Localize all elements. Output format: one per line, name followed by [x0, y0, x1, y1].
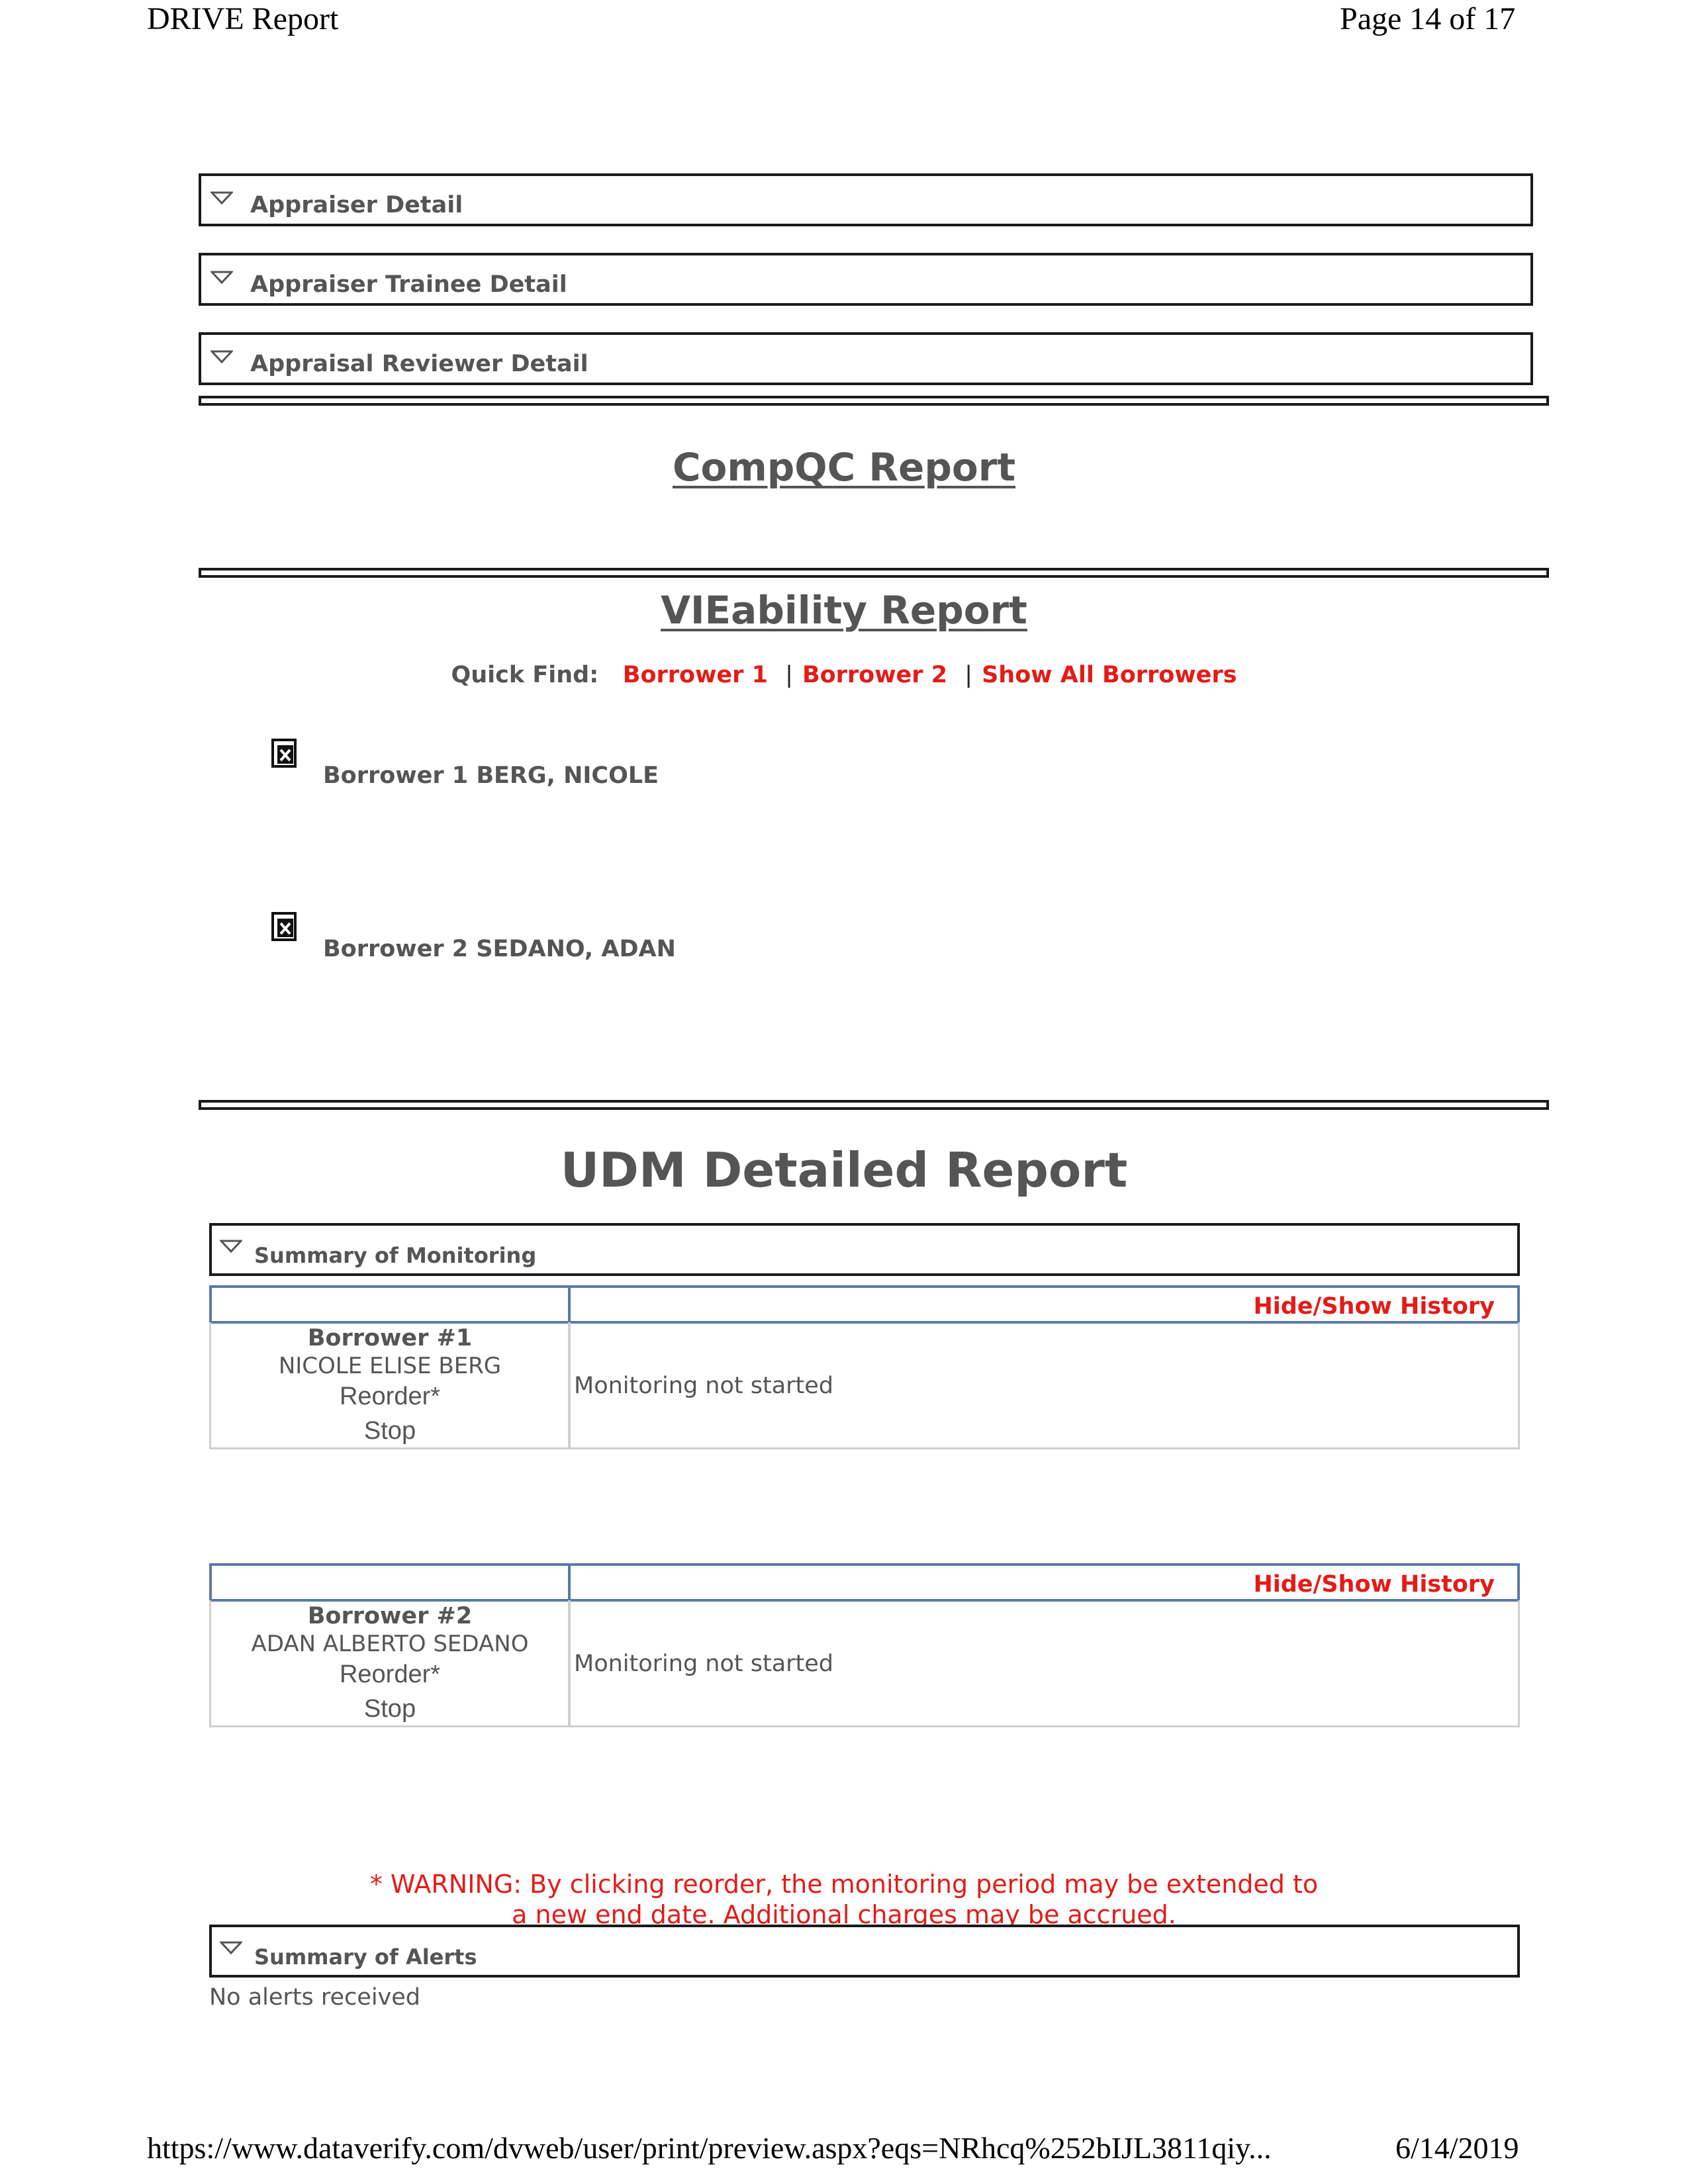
- summary-of-monitoring-header[interactable]: Summary of Monitoring: [209, 1223, 1520, 1276]
- section-divider: [199, 1100, 1549, 1110]
- table-header-cell: [209, 1563, 571, 1602]
- borrower-number: Borrower #2: [307, 1603, 473, 1629]
- section-divider: [199, 396, 1549, 406]
- quick-find-borrower-1-link[interactable]: Borrower 1: [623, 662, 768, 688]
- monitoring-table-borrower-1: Hide/Show History Borrower #1 NICOLE ELI…: [209, 1285, 1520, 1451]
- table-header-row: Hide/Show History: [209, 1285, 1520, 1324]
- table-header-cell: Hide/Show History: [568, 1563, 1520, 1602]
- borrower-name: NICOLE ELISE BERG: [278, 1353, 502, 1379]
- page-footer-date: 6/14/2019: [1395, 2131, 1519, 2165]
- compqc-report-title[interactable]: CompQC Report: [0, 445, 1688, 490]
- status-cell: Monitoring not started: [568, 1322, 1520, 1449]
- status-cell: Monitoring not started: [568, 1600, 1520, 1727]
- table-row: Borrower #1 NICOLE ELISE BERG Reorder* S…: [209, 1322, 1520, 1449]
- table-header-cell: [209, 1285, 571, 1324]
- quick-find-borrower-2-link[interactable]: Borrower 2: [802, 662, 947, 688]
- reorder-link[interactable]: Reorder*: [211, 1379, 569, 1414]
- summary-of-alerts-header[interactable]: Summary of Alerts: [209, 1925, 1520, 1978]
- quick-find-label: Quick Find:: [451, 662, 599, 688]
- section-appraiser-detail[interactable]: Appraiser Detail: [199, 173, 1533, 226]
- vieability-report-title[interactable]: VIEability Report: [0, 588, 1688, 633]
- page-header-title: DRIVE Report: [147, 1, 339, 36]
- reorder-link[interactable]: Reorder*: [211, 1657, 569, 1692]
- table-header-row: Hide/Show History: [209, 1563, 1520, 1602]
- stop-link[interactable]: Stop: [211, 1692, 569, 1726]
- stop-link[interactable]: Stop: [211, 1414, 569, 1448]
- chevron-down-icon: [211, 191, 233, 205]
- section-label: Appraiser Detail: [250, 192, 463, 218]
- chevron-down-icon: [220, 1240, 242, 1253]
- section-appraisal-reviewer-detail[interactable]: Appraisal Reviewer Detail: [199, 332, 1533, 385]
- broken-image-icon: [271, 912, 297, 941]
- section-label: Summary of Monitoring: [254, 1243, 537, 1268]
- monitoring-status: Monitoring not started: [574, 1651, 834, 1677]
- borrower-number: Borrower #1: [307, 1325, 473, 1351]
- show-all-borrowers-link[interactable]: Show All Borrowers: [982, 662, 1237, 688]
- borrower-cell: Borrower #2 ADAN ALBERTO SEDANO Reorder*…: [209, 1600, 571, 1727]
- table-header-cell: Hide/Show History: [568, 1285, 1520, 1324]
- udm-report-title: UDM Detailed Report: [560, 1142, 1128, 1198]
- vieability-borrower-1: Borrower 1 BERG, NICOLE: [323, 762, 659, 789]
- chevron-down-icon: [211, 350, 233, 364]
- section-label: Appraiser Trainee Detail: [250, 271, 567, 298]
- section-appraiser-trainee-detail[interactable]: Appraiser Trainee Detail: [199, 253, 1533, 306]
- quick-find-bar: Quick Find: Borrower 1 | Borrower 2 | Show…: [0, 662, 1688, 688]
- link-separator: |: [785, 662, 793, 688]
- hide-show-history-link[interactable]: Hide/Show History: [1253, 1571, 1495, 1598]
- chevron-down-icon: [211, 271, 233, 285]
- chevron-down-icon: [220, 1941, 242, 1955]
- table-row: Borrower #2 ADAN ALBERTO SEDANO Reorder*…: [209, 1600, 1520, 1727]
- section-label: Summary of Alerts: [254, 1944, 477, 1970]
- page-footer-url: https://www.dataverify.com/dvweb/user/pr…: [147, 2131, 1272, 2165]
- reorder-warning-line-1: * WARNING: By clicking reorder, the moni…: [369, 1870, 1319, 1899]
- page-number: Page 14 of 17: [1340, 1, 1516, 36]
- broken-image-icon: [271, 739, 297, 768]
- hide-show-history-link[interactable]: Hide/Show History: [1253, 1293, 1495, 1320]
- monitoring-table-borrower-2: Hide/Show History Borrower #2 ADAN ALBER…: [209, 1563, 1520, 1729]
- section-label: Appraisal Reviewer Detail: [250, 351, 588, 377]
- monitoring-status: Monitoring not started: [574, 1373, 834, 1399]
- vieability-borrower-2: Borrower 2 SEDANO, ADAN: [323, 936, 676, 962]
- borrower-name: ADAN ALBERTO SEDANO: [251, 1631, 529, 1657]
- link-separator: |: [964, 662, 973, 688]
- section-divider: [199, 568, 1549, 578]
- no-alerts-text: No alerts received: [209, 1984, 421, 2011]
- borrower-cell: Borrower #1 NICOLE ELISE BERG Reorder* S…: [209, 1322, 571, 1449]
